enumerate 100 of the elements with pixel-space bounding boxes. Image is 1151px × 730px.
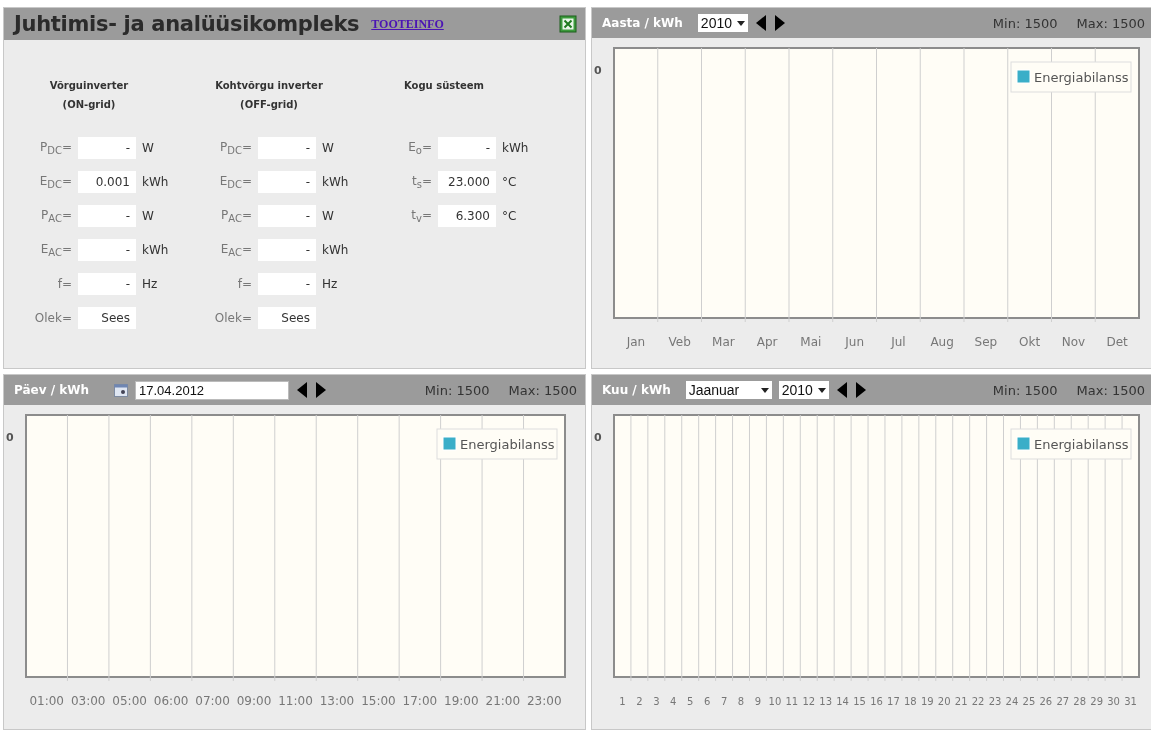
x-axis-label: 01:00	[29, 694, 65, 708]
previous-arrow-icon[interactable]	[755, 14, 767, 32]
min-value: Min: 1500	[992, 15, 1058, 31]
x-axis-label: Mai	[800, 335, 822, 349]
field-label: f=	[236, 277, 252, 291]
product-info-link[interactable]: TOOTEINFO	[371, 16, 444, 32]
chart-legend: Energiabilanss	[1010, 428, 1132, 460]
x-axis-label: 3	[653, 696, 660, 707]
value-field[interactable]: 23.000	[438, 171, 496, 193]
unit-label: °C	[502, 209, 517, 223]
panel-title: Kuu / kWh	[602, 383, 671, 397]
dropdown[interactable]: 2010	[778, 381, 829, 399]
x-axis-label: 1	[619, 696, 626, 707]
field-label: P$_{AC}$=	[220, 207, 252, 225]
value-field[interactable]: -	[258, 137, 316, 159]
field-label: E$_{o}$=	[407, 139, 432, 157]
field-label: f=	[56, 277, 72, 291]
unit-label: W	[142, 141, 154, 155]
max-value: Max: 1500	[1076, 15, 1145, 31]
unit-label: kWh	[322, 243, 349, 257]
x-axis-label: 17	[887, 696, 900, 707]
min-value: Min: 1500	[992, 382, 1058, 398]
unit-label: kWh	[322, 175, 349, 189]
value-field[interactable]: -	[258, 273, 316, 295]
column-heading: (ON-grid)	[62, 99, 116, 110]
x-axis-label: 31	[1124, 696, 1137, 707]
value-field[interactable]: -	[78, 205, 136, 227]
x-axis-label: 21	[954, 696, 968, 707]
unit-label: W	[322, 141, 334, 155]
column-heading: Kogu süsteem	[404, 80, 484, 91]
x-axis-label: Jul	[891, 335, 906, 349]
x-axis-label: 21:00	[485, 694, 521, 708]
x-axis-label: Veb	[668, 335, 691, 349]
x-axis-label: 7	[720, 696, 728, 707]
x-axis-label: 15:00	[361, 694, 396, 708]
field-label: Olek=	[213, 311, 252, 325]
x-axis-label: 20	[937, 696, 951, 707]
value-field[interactable]: -	[258, 205, 316, 227]
max-value: Max: 1500	[508, 382, 577, 398]
x-axis-label: 05:00	[112, 694, 147, 708]
next-arrow-icon[interactable]	[315, 381, 328, 399]
x-axis-label: Okt	[1019, 335, 1041, 349]
x-axis-label: 07:00	[195, 694, 230, 708]
value-field[interactable]: 6.300	[438, 205, 496, 227]
dropdown[interactable]: 2010	[697, 14, 748, 32]
field-label: E$_{DC}$=	[218, 173, 252, 191]
value-field[interactable]: Sees	[78, 307, 136, 329]
unit-label: kWh	[142, 175, 169, 189]
x-axis-label: Apr	[756, 335, 778, 349]
caret-icon	[817, 387, 826, 393]
date-field[interactable]: 17.04.2012	[135, 380, 290, 400]
calendar-icon[interactable]	[114, 383, 129, 397]
x-axis-label: Mar	[712, 335, 735, 349]
previous-arrow-icon[interactable]	[835, 381, 848, 399]
x-axis-label: 19:00	[444, 694, 479, 708]
value-field[interactable]: -	[438, 137, 496, 159]
value-field[interactable]: -	[78, 273, 136, 295]
x-axis-label: 30	[1107, 696, 1120, 707]
next-arrow-icon[interactable]	[854, 381, 867, 399]
value-field[interactable]: -	[78, 239, 136, 261]
next-arrow-icon[interactable]	[774, 14, 786, 32]
x-axis-label: 18	[904, 696, 917, 707]
chart-legend: Energiabilanss	[1010, 61, 1132, 93]
x-axis-label: 24	[1005, 696, 1019, 707]
x-axis-label: 2	[636, 696, 643, 707]
field-label: P$_{AC}$=	[40, 207, 72, 225]
x-axis-label: 15	[853, 696, 866, 707]
x-axis-label: Aug	[930, 335, 954, 349]
value-field[interactable]: -	[258, 171, 316, 193]
y-axis-label: 0	[594, 64, 602, 77]
spreadsheet-icon[interactable]	[559, 15, 577, 33]
column-heading: Kohtvõrgu inverter	[215, 80, 323, 91]
x-axis-label: 03:00	[70, 694, 106, 708]
unit-label: Hz	[322, 277, 338, 291]
value-field[interactable]: 0.001	[78, 171, 136, 193]
caret-icon	[737, 20, 745, 26]
field-label: E$_{DC}$=	[38, 173, 72, 191]
unit-label: Hz	[142, 277, 158, 291]
value-field[interactable]: -	[258, 239, 316, 261]
value-field[interactable]: Sees	[258, 307, 316, 329]
x-axis-label: 22	[971, 696, 985, 707]
column-heading: (OFF-grid)	[240, 99, 298, 110]
field-label: P$_{DC}$=	[219, 139, 252, 157]
x-axis-label: 17:00	[402, 694, 438, 708]
x-axis-label: 29	[1090, 696, 1104, 707]
caret-icon	[760, 387, 769, 393]
field-label: t$_{s}$=	[411, 173, 432, 191]
x-axis-label: 8	[737, 696, 745, 707]
panel-title: Aasta / kWh	[602, 16, 683, 30]
dropdown[interactable]: Jaanuar	[685, 381, 772, 399]
x-axis-label: 23:00	[526, 694, 562, 708]
previous-arrow-icon[interactable]	[296, 381, 309, 399]
x-axis-label: 12	[802, 696, 816, 707]
x-axis-label: 28	[1073, 696, 1087, 707]
field-label: E$_{AC}$=	[219, 241, 252, 259]
value-field[interactable]: -	[78, 137, 136, 159]
x-axis-label: 10	[768, 696, 782, 707]
x-axis-label: 26	[1039, 696, 1053, 707]
x-axis-label: 6	[703, 696, 711, 707]
max-value: Max: 1500	[1076, 382, 1145, 398]
